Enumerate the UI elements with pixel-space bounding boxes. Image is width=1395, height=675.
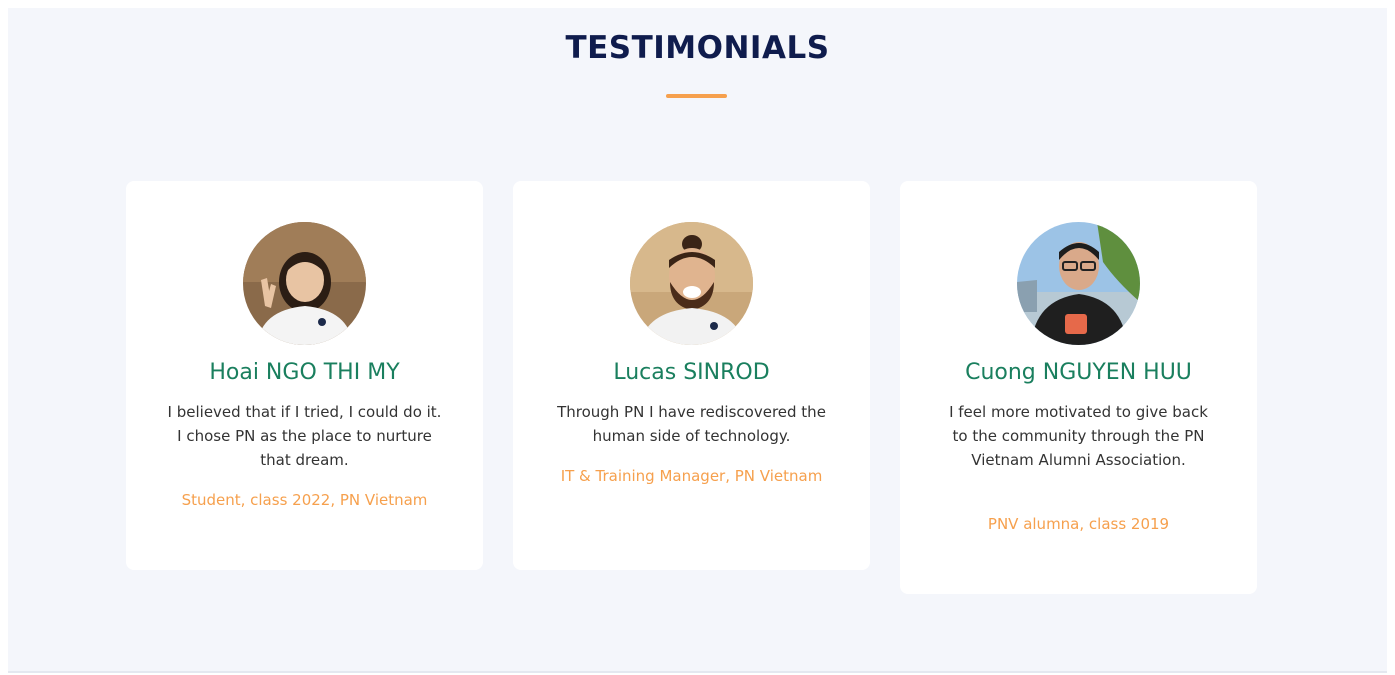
testimonial-role: PNV alumna, class 2019 — [987, 515, 1170, 533]
title-underline — [666, 94, 727, 98]
testimonial-quote: Through PN I have rediscovered the human… — [557, 403, 826, 445]
testimonial-name: Hoai NGO THI MY — [209, 360, 400, 385]
testimonial-role: Student, class 2022, PN Vietnam — [181, 491, 428, 509]
avatar — [1017, 222, 1140, 345]
avatar — [630, 222, 753, 345]
testimonial-quote: I believed that if I tried, I could do i… — [167, 403, 442, 469]
testimonial-card: Cuong NGUYEN HUU I feel more motivated t… — [900, 181, 1257, 594]
testimonial-name: Lucas SINROD — [613, 360, 770, 385]
testimonial-quote: I feel more motivated to give back to th… — [949, 403, 1208, 469]
testimonial-card: Hoai NGO THI MY I believed that if I tri… — [126, 181, 483, 570]
testimonial-role: IT & Training Manager, PN Vietnam — [560, 467, 823, 485]
testimonial-name: Cuong NGUYEN HUU — [965, 360, 1192, 385]
testimonial-card: Lucas SINROD Through PN I have rediscove… — [513, 181, 870, 570]
testimonials-section: TESTIMONIALS Hoai NGO THI MY I believed … — [8, 8, 1387, 673]
avatar — [243, 222, 366, 345]
section-title: TESTIMONIALS — [565, 30, 830, 66]
